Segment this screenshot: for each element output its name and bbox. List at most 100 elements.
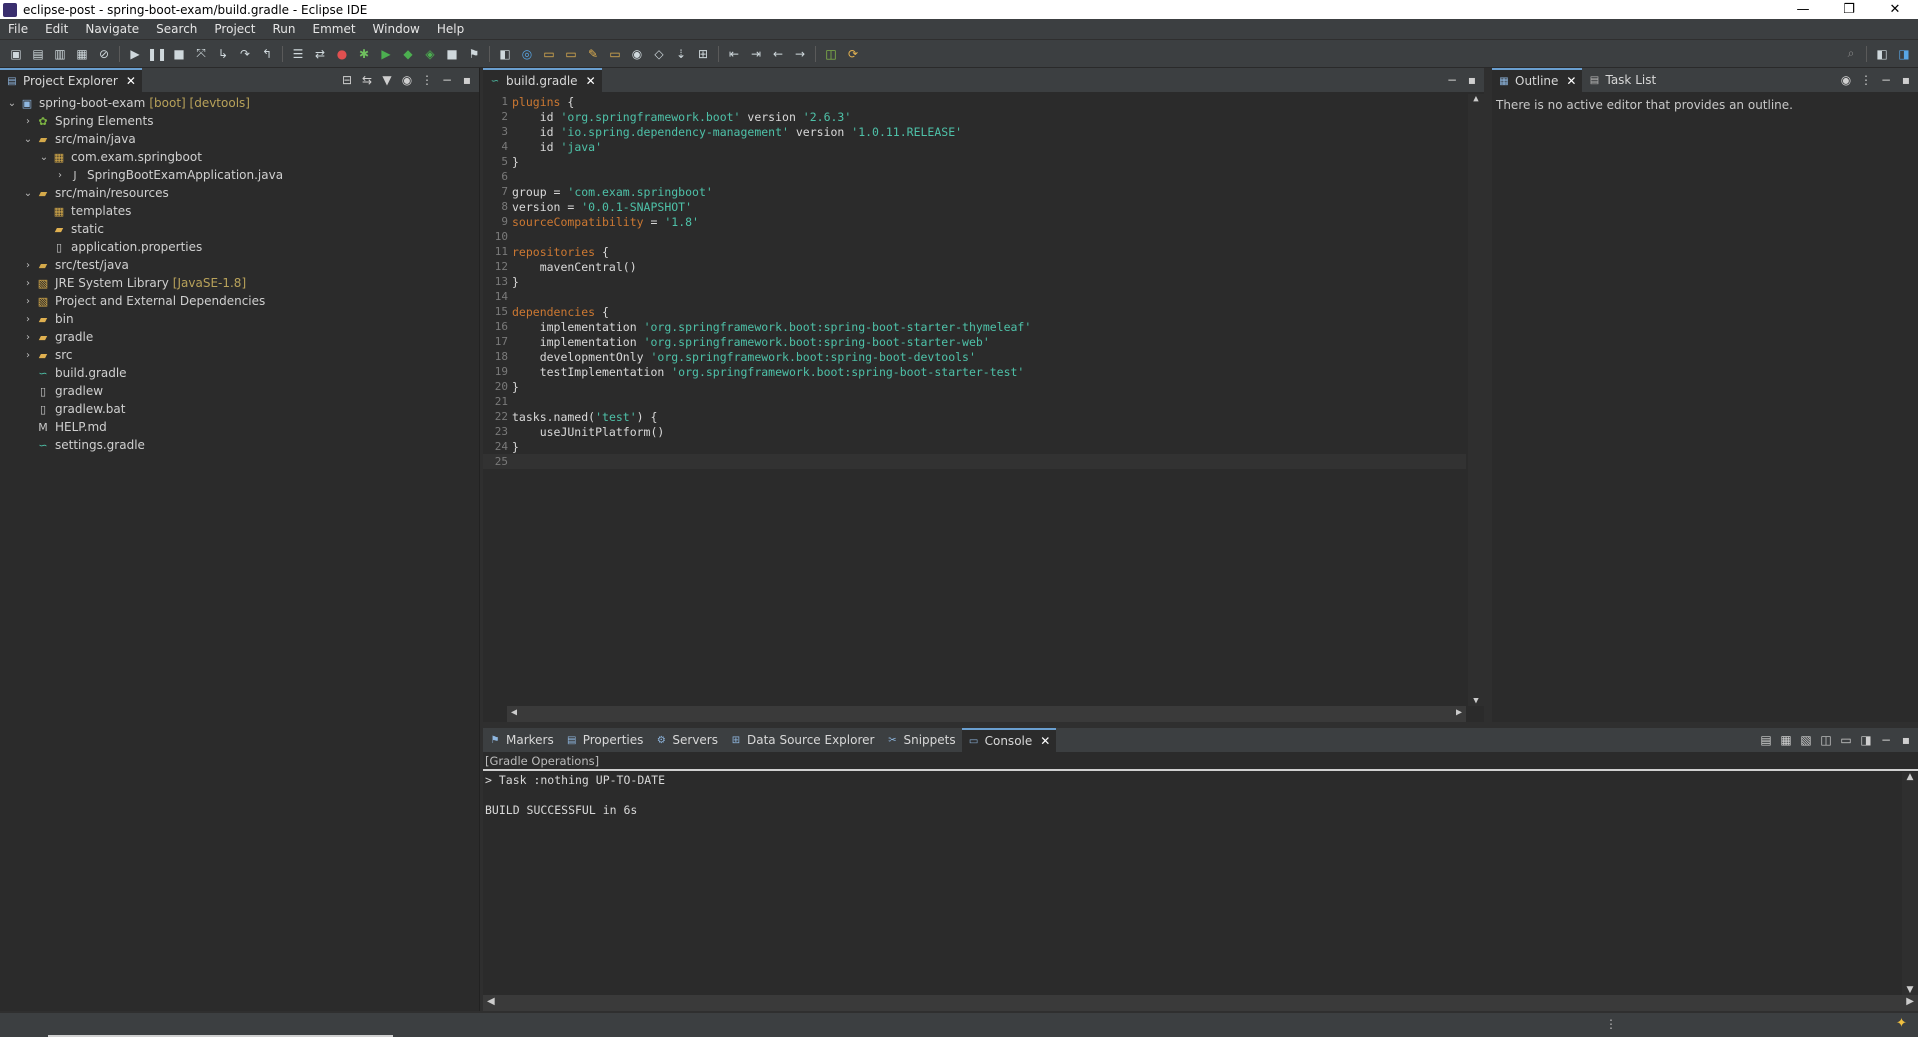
minimize-icon[interactable]: −: [1878, 73, 1894, 87]
run-icon[interactable]: ▶: [378, 46, 394, 62]
tab-task-list[interactable]: ▤ Task List: [1582, 68, 1662, 92]
minimize-button[interactable]: —: [1780, 0, 1826, 19]
tree-item[interactable]: ▯ gradlew.bat: [0, 400, 479, 418]
maximize-icon[interactable]: ▪: [459, 73, 475, 87]
minimize-icon[interactable]: −: [1444, 73, 1460, 87]
clear-console-icon[interactable]: ▤: [1758, 733, 1774, 747]
step-into-icon[interactable]: ↳: [215, 46, 231, 62]
tree-item[interactable]: ⌄ ▦ com.exam.springboot: [0, 148, 479, 166]
filter-icon[interactable]: ▼: [379, 73, 395, 87]
open-perspective-icon[interactable]: ◫: [823, 46, 839, 62]
step-return-icon[interactable]: ↰: [259, 46, 275, 62]
tree-item[interactable]: › ▧ Project and External Dependencies: [0, 292, 479, 310]
tree-item[interactable]: ∽ build.gradle: [0, 364, 479, 382]
save-all-icon[interactable]: ▥: [52, 46, 68, 62]
chevron-right-icon[interactable]: ›: [22, 332, 34, 343]
horizontal-scrollbar[interactable]: ◀ ▶: [507, 706, 1466, 722]
tree-item[interactable]: › ▰ bin: [0, 310, 479, 328]
tab-snippets[interactable]: ✂ Snippets: [880, 728, 961, 752]
last-edit-icon[interactable]: ⇤: [726, 46, 742, 62]
tab-data-source-explorer[interactable]: ⊞ Data Source Explorer: [724, 728, 880, 752]
close-icon[interactable]: ✕: [126, 74, 136, 88]
chevron-right-icon[interactable]: ›: [22, 296, 34, 307]
chevron-down-icon[interactable]: ⌄: [38, 152, 50, 163]
maximize-icon[interactable]: ▪: [1464, 73, 1480, 87]
disconnect-icon[interactable]: ⤧: [193, 46, 209, 62]
java-perspective-icon[interactable]: ◧: [1874, 46, 1890, 62]
back-arrow-icon[interactable]: ←: [770, 46, 786, 62]
tip-lightbulb-icon[interactable]: ✦: [1896, 1016, 1907, 1031]
open-type-icon[interactable]: ☰: [290, 46, 306, 62]
focus-icon[interactable]: ◉: [399, 73, 415, 87]
restore-button[interactable]: ❐: [1826, 0, 1872, 19]
tree-item[interactable]: ⌄ ▰ src/main/resources: [0, 184, 479, 202]
chevron-right-icon[interactable]: ›: [22, 314, 34, 325]
tab-markers[interactable]: ⚑ Markers: [483, 728, 560, 752]
menu-window[interactable]: Window: [365, 22, 429, 36]
suspend-icon[interactable]: ❚❚: [147, 46, 167, 62]
open-console-icon[interactable]: ◨: [1858, 733, 1874, 747]
save-icon[interactable]: ▤: [30, 46, 46, 62]
minimize-icon[interactable]: −: [1878, 733, 1894, 747]
chevron-down-icon[interactable]: ⌄: [6, 98, 18, 109]
scroll-down-icon[interactable]: ▼: [1902, 985, 1918, 995]
view-menu-icon[interactable]: ⋮: [419, 73, 435, 87]
tree-item[interactable]: ⌄ ▣ spring-boot-exam [boot] [devtools]: [0, 94, 479, 112]
console-horizontal-scrollbar[interactable]: ◀ ▶: [483, 995, 1918, 1011]
maximize-icon[interactable]: ▪: [1898, 733, 1914, 747]
next-annotation-icon[interactable]: ⇣: [673, 46, 689, 62]
tab-servers[interactable]: ⚙ Servers: [649, 728, 724, 752]
tree-item[interactable]: ▦ templates: [0, 202, 479, 220]
maximize-icon[interactable]: ▪: [1898, 73, 1914, 87]
collapse-all-icon[interactable]: ⊟: [339, 73, 355, 87]
tree-item[interactable]: › ✿ Spring Elements: [0, 112, 479, 130]
skip-breakpoints-icon[interactable]: ⊘: [96, 46, 112, 62]
close-window-button[interactable]: ✕: [1872, 0, 1918, 19]
menu-search[interactable]: Search: [148, 22, 206, 36]
vertical-scrollbar[interactable]: ▲ ▼: [1468, 94, 1484, 706]
menu-emmet[interactable]: Emmet: [304, 22, 364, 36]
terminate-icon[interactable]: ■: [171, 46, 187, 62]
step-over-icon[interactable]: ↷: [237, 46, 253, 62]
minimize-icon[interactable]: −: [439, 73, 455, 87]
focus-icon[interactable]: ◉: [1838, 73, 1854, 87]
globe-icon[interactable]: ◎: [519, 46, 535, 62]
menu-file[interactable]: File: [0, 22, 37, 36]
external-tools-icon[interactable]: ◈: [422, 46, 438, 62]
scroll-left-icon[interactable]: ◀: [511, 707, 517, 718]
menu-help[interactable]: Help: [429, 22, 473, 36]
scroll-right-icon[interactable]: ▶: [1456, 707, 1462, 718]
tab-console[interactable]: ▭ Console ✕: [961, 728, 1057, 752]
new-server-icon[interactable]: ⚑: [466, 46, 482, 62]
chevron-down-icon[interactable]: ⌄: [22, 188, 34, 199]
tree-item[interactable]: ▯ application.properties: [0, 238, 479, 256]
search-web-icon[interactable]: ◉: [629, 46, 645, 62]
debug-icon[interactable]: ✱: [356, 46, 372, 62]
tree-item[interactable]: ∽ settings.gradle: [0, 436, 479, 454]
stop-server-icon[interactable]: ■: [444, 46, 460, 62]
close-icon[interactable]: ✕: [586, 74, 596, 88]
tree-item[interactable]: › ▰ gradle: [0, 328, 479, 346]
close-icon[interactable]: ✕: [1040, 734, 1050, 748]
scroll-up-icon[interactable]: ▲: [1468, 94, 1484, 104]
new-icon[interactable]: ▣: [8, 46, 24, 62]
tab-properties[interactable]: ▤ Properties: [560, 728, 650, 752]
scroll-right-icon[interactable]: ▶: [1906, 996, 1914, 1007]
close-icon[interactable]: ✕: [1566, 74, 1576, 88]
open-folder-icon[interactable]: ▭: [541, 46, 557, 62]
forward-edit-icon[interactable]: ⇥: [748, 46, 764, 62]
open-resource-icon[interactable]: ▭: [607, 46, 623, 62]
tree-item[interactable]: › ▰ src/test/java: [0, 256, 479, 274]
chevron-right-icon[interactable]: ›: [22, 260, 34, 271]
refresh-icon[interactable]: ⟳: [845, 46, 861, 62]
tree-item[interactable]: › ▰ src: [0, 346, 479, 364]
search-icon[interactable]: ⌕: [1843, 46, 1859, 62]
tree-item[interactable]: ▰ static: [0, 220, 479, 238]
menu-project[interactable]: Project: [206, 22, 264, 36]
pencil-icon[interactable]: ✎: [585, 46, 601, 62]
print-icon[interactable]: ▦: [74, 46, 90, 62]
tree-item[interactable]: ▯ gradlew: [0, 382, 479, 400]
new-java-project-icon[interactable]: ◧: [497, 46, 513, 62]
chevron-right-icon[interactable]: ›: [22, 350, 34, 361]
chevron-right-icon[interactable]: ›: [22, 278, 34, 289]
